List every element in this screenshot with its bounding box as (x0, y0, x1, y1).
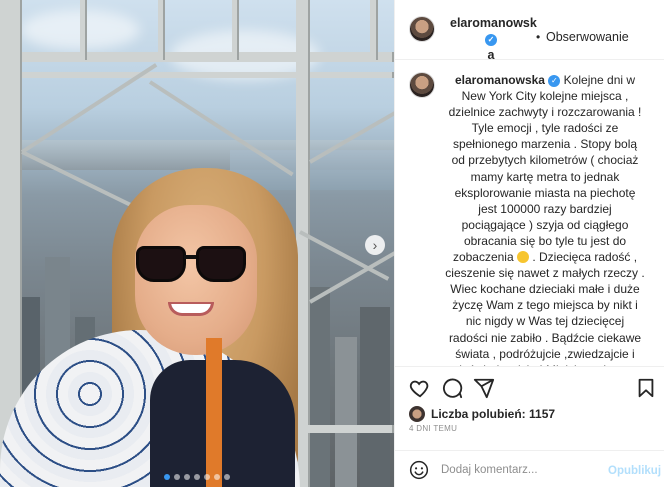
verified-badge-icon: ✓ (485, 33, 497, 46)
comment-input[interactable] (441, 459, 601, 481)
post-sidebar: elaromanowsk ✓ a • Obserwowanie elaroman… (394, 0, 664, 487)
orange-lanyard (206, 338, 222, 487)
deck-frame-post (370, 0, 378, 60)
dark-top (150, 360, 295, 487)
carousel-dots (0, 474, 394, 480)
smile (168, 302, 214, 316)
likes-count: 1157 (529, 407, 556, 421)
emoji-icon[interactable] (409, 460, 429, 480)
caption-area: elaromanowska ✓ Kolejne dni w New York C… (395, 60, 664, 366)
comment-icon[interactable] (441, 377, 463, 399)
carousel-dot (194, 474, 200, 480)
carousel-dot (184, 474, 190, 480)
liker-avatar (409, 406, 425, 422)
avatar[interactable] (409, 16, 435, 42)
share-icon[interactable] (473, 377, 495, 399)
carousel-dot (204, 474, 210, 480)
deck-frame-bar (0, 72, 394, 78)
carousel-dot (164, 474, 170, 480)
follow-button[interactable]: Obserwowanie (546, 30, 629, 44)
post-timestamp[interactable]: 4 DNI TEMU (409, 424, 457, 433)
publish-button[interactable]: Opublikuj (608, 465, 661, 477)
carousel-dot (214, 474, 220, 480)
avatar[interactable] (409, 72, 435, 98)
chevron-right-icon[interactable]: › (365, 235, 385, 255)
deck-frame-post (80, 0, 87, 60)
deck-frame-post (158, 0, 165, 60)
deck-frame-bar (0, 52, 394, 62)
likes-label: Liczba polubień: (431, 407, 526, 421)
sunglasses (136, 246, 248, 286)
deck-frame-post (232, 0, 239, 60)
comment-bar: Opublikuj (395, 450, 664, 487)
likes-row[interactable]: Liczba polubień: 1157 (409, 404, 555, 424)
deck-frame-post (296, 0, 310, 487)
carousel-dot (174, 474, 180, 480)
post-photo[interactable]: › (0, 0, 394, 487)
caption-username[interactable]: elaromanowska (455, 73, 545, 87)
heart-icon[interactable] (409, 377, 431, 399)
separator-dot: • (536, 30, 541, 44)
header-username[interactable]: elaromanowsk ✓ a (450, 15, 537, 63)
verified-badge-icon: ✓ (548, 74, 561, 87)
deck-railing (300, 425, 394, 433)
grinning-emoji-icon (517, 251, 529, 264)
carousel-dot (224, 474, 230, 480)
caption-text: elaromanowska ✓ Kolejne dni w New York C… (445, 73, 645, 366)
post-header: elaromanowsk ✓ a • Obserwowanie (395, 0, 664, 63)
action-bar (395, 366, 664, 406)
bookmark-icon[interactable] (635, 377, 657, 399)
